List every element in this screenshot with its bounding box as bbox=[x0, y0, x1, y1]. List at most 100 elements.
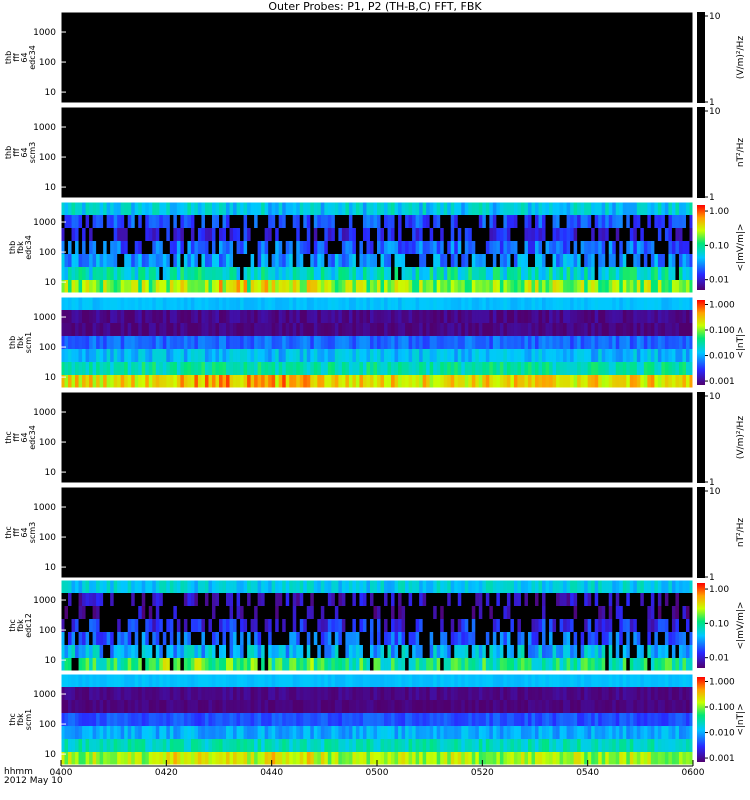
spectrogram-cell bbox=[612, 280, 617, 294]
spectrogram-cell bbox=[633, 241, 638, 255]
spectrogram-cell bbox=[485, 297, 490, 311]
spectrogram-cell bbox=[268, 362, 273, 376]
spectrogram-cell bbox=[215, 267, 220, 281]
spectrogram-cell bbox=[524, 267, 529, 281]
spectrogram-cell bbox=[380, 323, 385, 337]
spectrogram-cell bbox=[419, 700, 424, 714]
spectrogram-cell bbox=[464, 700, 469, 714]
spectrogram-cell bbox=[327, 215, 332, 229]
spectrogram-cell bbox=[268, 280, 273, 294]
spectrogram-cell bbox=[183, 375, 188, 389]
spectrogram-cell bbox=[278, 726, 283, 740]
spectrogram-cell bbox=[447, 202, 452, 216]
spectrogram-cell bbox=[426, 606, 431, 620]
spectrogram-cell bbox=[271, 254, 276, 268]
spectrogram-cell bbox=[148, 267, 153, 281]
spectrogram-cell bbox=[510, 267, 515, 281]
spectrogram-cell bbox=[408, 580, 413, 594]
spectrogram-cell bbox=[461, 687, 466, 701]
spectrogram-cell bbox=[394, 674, 399, 688]
spectrogram-cell bbox=[436, 267, 441, 281]
spectrogram-cell bbox=[415, 241, 420, 255]
spectrogram-cell bbox=[292, 687, 297, 701]
spectrogram-cell bbox=[633, 606, 638, 620]
spectrogram-cell bbox=[320, 713, 325, 727]
spectrogram-cell bbox=[85, 606, 90, 620]
spectrogram-cell bbox=[636, 267, 641, 281]
spectrogram-cell bbox=[264, 297, 269, 311]
spectrogram-cell bbox=[124, 580, 129, 594]
spectrogram-cell bbox=[422, 267, 427, 281]
spectrogram-cell bbox=[394, 349, 399, 363]
spectrogram-cell bbox=[250, 375, 255, 389]
spectrogram-cell bbox=[461, 713, 466, 727]
spectrogram-cell bbox=[552, 310, 557, 324]
spectrogram-cell bbox=[208, 645, 213, 659]
spectrogram-cell bbox=[542, 349, 546, 363]
spectrogram-cell bbox=[180, 739, 185, 753]
spectrogram-cell bbox=[369, 713, 374, 727]
spectrogram-cell bbox=[587, 310, 592, 324]
spectrogram-cell bbox=[636, 645, 641, 659]
spectrogram-cell bbox=[489, 658, 494, 672]
spectrogram-cell bbox=[162, 619, 167, 633]
spectrogram-cell bbox=[141, 658, 146, 672]
spectrogram-cell bbox=[591, 280, 596, 294]
spectrogram-cell bbox=[243, 700, 248, 714]
spectrogram-cell bbox=[310, 674, 315, 688]
spectrogram-cell bbox=[166, 375, 171, 389]
spectrogram-cell bbox=[92, 228, 97, 242]
spectrogram-cell bbox=[106, 375, 111, 389]
spectrogram-cell bbox=[661, 619, 666, 633]
spectrogram-cell bbox=[657, 362, 662, 376]
spectrogram-cell bbox=[369, 241, 374, 255]
spectrogram-cell bbox=[282, 349, 287, 363]
spectrogram-cell bbox=[285, 674, 290, 688]
spectrogram-cell bbox=[384, 375, 388, 389]
spectrogram-cell bbox=[426, 700, 431, 714]
spectrogram-cell bbox=[127, 606, 132, 620]
spectrogram-cell bbox=[243, 267, 248, 281]
colorbar-label: <|nT|> bbox=[736, 326, 746, 358]
spectrogram-cell bbox=[454, 297, 459, 311]
spectrogram-cell bbox=[183, 362, 188, 376]
spectrogram-cell bbox=[475, 606, 480, 620]
spectrogram-cell bbox=[113, 215, 118, 229]
spectrogram-cell bbox=[352, 739, 357, 753]
spectrogram-cell bbox=[268, 202, 273, 216]
spectrogram-cell bbox=[106, 297, 111, 311]
spectrogram-cell bbox=[461, 241, 466, 255]
spectrogram-cell bbox=[82, 674, 86, 688]
spectrogram-cell bbox=[387, 645, 392, 659]
spectrogram-cell bbox=[671, 241, 676, 255]
spectrogram-cell bbox=[148, 658, 153, 672]
spectrogram-cell bbox=[612, 632, 617, 646]
spectrogram-cell bbox=[173, 739, 178, 753]
spectrogram-cell bbox=[401, 645, 406, 659]
spectrogram-cell bbox=[517, 606, 522, 620]
spectrogram-cell bbox=[608, 202, 613, 216]
spectrogram-cell bbox=[633, 713, 638, 727]
spectrogram-cell bbox=[457, 593, 462, 607]
panel-3: 100010010thbfbkedc341.000.100.01<|mV/m|> bbox=[8, 201, 746, 294]
spectrogram-cell bbox=[85, 241, 90, 255]
spectrogram-cell bbox=[173, 726, 178, 740]
colorbar-label: (V/m)²/Hz bbox=[736, 416, 746, 459]
spectrogram-cell bbox=[629, 632, 634, 646]
spectrogram-cell bbox=[341, 228, 346, 242]
spectrogram-cell bbox=[141, 267, 146, 281]
spectrogram-cell bbox=[317, 593, 322, 607]
spectrogram-cell bbox=[96, 645, 101, 659]
spectrogram-cell bbox=[419, 267, 424, 281]
spectrogram-cell bbox=[380, 658, 385, 672]
spectrogram-cell bbox=[71, 658, 76, 672]
spectrogram-cell bbox=[377, 241, 381, 255]
spectrogram-cell bbox=[517, 202, 522, 216]
spectrogram-cell bbox=[640, 241, 645, 255]
spectrogram-cell bbox=[615, 310, 620, 324]
spectrogram-cell bbox=[563, 726, 567, 740]
spectrogram-cell bbox=[68, 254, 72, 268]
spectrogram-cell bbox=[489, 362, 494, 376]
spectrogram-cell bbox=[682, 580, 687, 594]
spectrogram-cell bbox=[640, 280, 645, 294]
